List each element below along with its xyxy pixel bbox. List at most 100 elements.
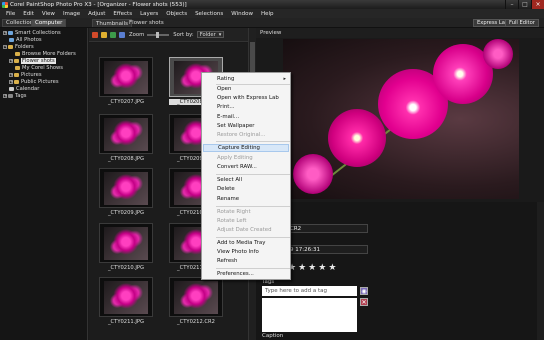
menu-window[interactable]: Window — [227, 11, 257, 17]
thumbnail-item[interactable]: _CTY0210.JPG — [89, 223, 153, 278]
edit-tool-icon[interactable] — [92, 31, 98, 38]
menu-separator — [216, 174, 290, 175]
share-tool-icon[interactable] — [119, 31, 125, 38]
menu-bar: File Edit View Image Adjust Effects Laye… — [0, 9, 544, 18]
thumbnail-item[interactable]: _CTY0207.JPG — [89, 57, 153, 112]
tab-computer[interactable]: Computer — [31, 19, 67, 27]
maximize-button[interactable]: □ — [518, 0, 531, 9]
brush-tool-icon[interactable] — [101, 31, 107, 38]
menu-item-preferences[interactable]: Preferences... — [203, 270, 289, 278]
menu-effects[interactable]: Effects — [109, 11, 136, 17]
thumbnail-filename: _CTY0211.JPG — [107, 319, 145, 325]
tree-label: Pictures — [21, 72, 42, 78]
menu-selections[interactable]: Selections — [191, 11, 227, 17]
menu-edit[interactable]: Edit — [19, 11, 38, 17]
tree-smart-collections[interactable]: + Smart Collections — [3, 30, 61, 36]
menu-item-print[interactable]: Print... — [203, 103, 289, 111]
info-scrollbar[interactable] — [537, 202, 544, 340]
tree-folders[interactable]: − Folders — [3, 44, 34, 50]
filename-field[interactable]: CR2 — [286, 224, 368, 233]
collapse-icon[interactable]: − — [3, 45, 7, 49]
star-icon[interactable]: ★ — [318, 264, 326, 273]
tree-tags[interactable]: + Tags — [3, 93, 26, 99]
expand-icon[interactable]: + — [9, 73, 13, 77]
folder-icon — [15, 66, 20, 70]
tree-my-corel-shows[interactable]: My Corel Shows — [15, 65, 63, 71]
menu-separator — [216, 237, 290, 238]
menu-item-set-wallpaper[interactable]: Set Wallpaper — [203, 122, 289, 130]
rating-stars[interactable]: ★ ★ ★ ★ ★ — [288, 264, 336, 273]
menu-layers[interactable]: Layers — [136, 11, 162, 17]
menu-item-delete[interactable]: Delete — [203, 185, 289, 193]
tag-list[interactable] — [262, 298, 357, 332]
chevron-down-icon: ▾ — [218, 31, 222, 38]
minimize-button[interactable]: – — [505, 0, 518, 9]
menu-item-email[interactable]: E-mail... — [203, 113, 289, 121]
zoom-slider[interactable] — [147, 31, 170, 38]
star-icon[interactable]: ★ — [328, 264, 336, 273]
sort-value: Folder — [199, 31, 216, 38]
tag-input[interactable]: Type here to add a tag — [262, 286, 357, 296]
thumbnail-filename: _CTY0212.CR2 — [177, 319, 215, 325]
menu-item-rename[interactable]: Rename — [203, 195, 289, 203]
menu-item-open-express-lab[interactable]: Open with Express Lab — [203, 94, 289, 102]
remove-tag-button[interactable]: ✕ — [360, 298, 368, 306]
tree-public-pictures[interactable]: + Public Pictures — [9, 79, 59, 85]
star-icon[interactable]: ★ — [298, 264, 306, 273]
caption-label: Caption — [262, 333, 284, 339]
date-field[interactable]: 9 17:26:31 — [286, 245, 368, 254]
orchid-bud — [483, 39, 513, 69]
menu-item-apply-editing[interactable]: Apply Editing — [203, 154, 289, 162]
sort-select[interactable]: Folder ▾ — [196, 31, 225, 38]
star-icon[interactable]: ★ — [308, 264, 316, 273]
thumbnail-item[interactable]: _CTY0211.JPG — [89, 277, 153, 332]
tree-browse-more-folders[interactable]: Browse More Folders — [15, 51, 76, 57]
tab-flower-shots[interactable]: Flower shots — [126, 19, 167, 27]
menu-help[interactable]: Help — [257, 11, 278, 17]
menu-item-view-photo-info[interactable]: View Photo Info — [203, 248, 289, 256]
tree-label: Tags — [15, 93, 27, 99]
navigation-panel: + Smart Collections All Photos − Folders… — [0, 28, 88, 340]
menu-view[interactable]: View — [38, 11, 59, 17]
thumbnail-frame — [99, 57, 153, 97]
menu-item-convert-raw[interactable]: Convert RAW... — [203, 163, 289, 171]
full-editor-button[interactable]: Full Editor — [505, 19, 539, 27]
menu-item-adjust-date-created[interactable]: Adjust Date Created — [203, 226, 289, 234]
expand-icon[interactable]: + — [9, 59, 13, 63]
thumbnail-filename: _CTY0207.JPG — [107, 99, 145, 105]
menu-objects[interactable]: Objects — [162, 11, 191, 17]
tree-label: All Photos — [16, 37, 42, 43]
add-tag-button[interactable]: ◉ — [360, 287, 368, 295]
expand-icon[interactable]: + — [3, 94, 7, 98]
menu-item-rating[interactable]: Rating ▸ — [203, 75, 289, 83]
thumbnail-item[interactable]: _CTY0209.JPG — [89, 168, 153, 223]
menu-item-restore-original[interactable]: Restore Original... — [203, 131, 289, 139]
photo-tool-icon[interactable] — [110, 31, 116, 38]
thumbnail-item[interactable]: _CTY0212.CR2 — [159, 277, 223, 332]
menu-item-rotate-left[interactable]: Rotate Left — [203, 217, 289, 225]
menu-file[interactable]: File — [2, 11, 19, 17]
orchid-thumbnail-image — [104, 117, 148, 151]
tree-all-photos[interactable]: All Photos — [9, 37, 42, 43]
close-button[interactable]: × — [531, 0, 544, 9]
menu-item-add-to-media-tray[interactable]: Add to Media Tray — [203, 239, 289, 247]
zoom-slider-thumb[interactable] — [156, 31, 160, 38]
tree-flower-shots[interactable]: + Flower shots — [9, 58, 56, 64]
menu-item-select-all[interactable]: Select All — [203, 176, 289, 184]
thumbnail-item[interactable]: _CTY0208.JPG — [89, 114, 153, 169]
tree-label: Public Pictures — [21, 79, 59, 85]
thumbnail-frame — [169, 277, 223, 317]
orchid-thumbnail-image — [104, 171, 148, 205]
expand-icon[interactable]: + — [3, 31, 7, 35]
menu-item-open[interactable]: Open — [203, 85, 289, 93]
menu-adjust[interactable]: Adjust — [84, 11, 109, 17]
menu-image[interactable]: Image — [59, 11, 84, 17]
menu-item-refresh[interactable]: Refresh — [203, 257, 289, 265]
orchid-thumbnail-image — [104, 60, 148, 94]
menu-item-capture-editing[interactable]: Capture Editing — [203, 144, 289, 152]
menu-item-rotate-right[interactable]: Rotate Right — [203, 208, 289, 216]
folder-icon — [14, 73, 19, 77]
expand-icon[interactable]: + — [9, 80, 13, 84]
tree-calendar[interactable]: Calendar — [9, 86, 39, 92]
tree-pictures[interactable]: + Pictures — [9, 72, 42, 78]
